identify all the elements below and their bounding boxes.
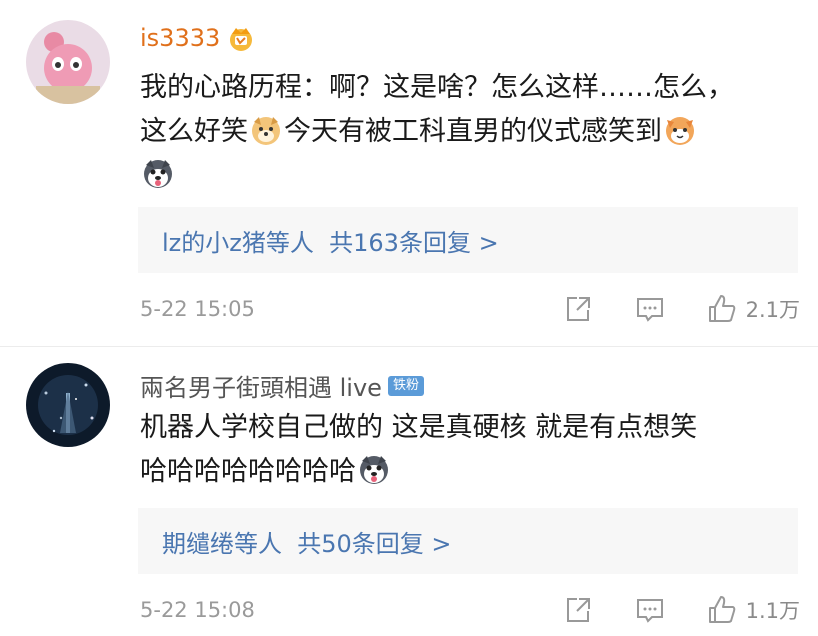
husky-emoji-icon [142, 158, 174, 190]
comment-line: 哈哈哈哈哈哈哈哈 [140, 450, 800, 494]
crown-vip-icon [226, 24, 256, 52]
timestamp: 5-22 15:05 [140, 297, 255, 321]
reply-users[interactable]: 期缱绻等人 [162, 530, 282, 558]
comment-icon[interactable] [634, 293, 666, 325]
reply-users[interactable]: lz的小z猪等人 [162, 229, 314, 257]
comment-meta: 5-22 15:08 1.1万 [140, 594, 800, 626]
comment-line: 机器人学校自己做的 这是真硬核 就是有点想笑 [140, 412, 698, 443]
comment-body: 我的心路历程：啊？这是啥？怎么这样……怎么， 这么好笑 今天有被工科直男的仪式感笑… [140, 66, 800, 198]
comment-actions: 1.1万 [562, 594, 800, 626]
like-count: 2.1万 [745, 298, 800, 322]
share-icon[interactable] [562, 293, 594, 325]
like-icon[interactable] [706, 594, 738, 626]
comment-line: 我的心路历程：啊？这是啥？怎么这样……怎么， [140, 72, 734, 103]
replies-link[interactable]: lz的小z猪等人 共163条回复 > [138, 207, 798, 273]
like-count: 1.1万 [745, 599, 800, 623]
comment-body: 机器人学校自己做的 这是真硬核 就是有点想笑 哈哈哈哈哈哈哈哈 [140, 406, 800, 494]
divider [0, 346, 818, 347]
comment-meta: 5-22 15:05 2.1万 [140, 293, 800, 325]
fan-badge: 铁粉 [387, 375, 424, 396]
comment-text: 这么好笑 [140, 116, 248, 147]
username[interactable]: is3333 [140, 24, 256, 52]
reply-count[interactable]: 共163条回复 > [329, 229, 499, 257]
comment-text: 哈哈哈哈哈哈哈哈 [140, 456, 356, 487]
comment-icon[interactable] [634, 594, 666, 626]
replies-summary[interactable]: lz的小z猪等人 共163条回复 > [162, 223, 499, 258]
reply-count[interactable]: 共50条回复 > [297, 530, 451, 558]
username[interactable]: 兩名男子街頭相遇 live 铁粉 [140, 368, 424, 403]
comment-line: 这么好笑 今天有被工科直男的仪式感笑到 [140, 110, 800, 154]
like-icon[interactable] [706, 293, 738, 325]
comment-actions: 2.1万 [562, 293, 800, 325]
avatar[interactable] [26, 363, 110, 447]
username-text[interactable]: is3333 [140, 24, 220, 52]
husky-emoji-icon [358, 454, 390, 486]
username-text[interactable]: 兩名男子街頭相遇 live [140, 368, 382, 403]
replies-summary[interactable]: 期缱绻等人 共50条回复 > [162, 524, 452, 559]
timestamp: 5-22 15:08 [140, 598, 255, 622]
comment-text: 今天有被工科直男的仪式感笑到 [284, 116, 662, 147]
share-icon[interactable] [562, 594, 594, 626]
avatar[interactable] [26, 20, 110, 104]
doge-emoji-icon [250, 114, 282, 146]
cat-emoji-icon [664, 114, 696, 146]
comment-line [140, 154, 800, 198]
replies-link[interactable]: 期缱绻等人 共50条回复 > [138, 508, 798, 574]
